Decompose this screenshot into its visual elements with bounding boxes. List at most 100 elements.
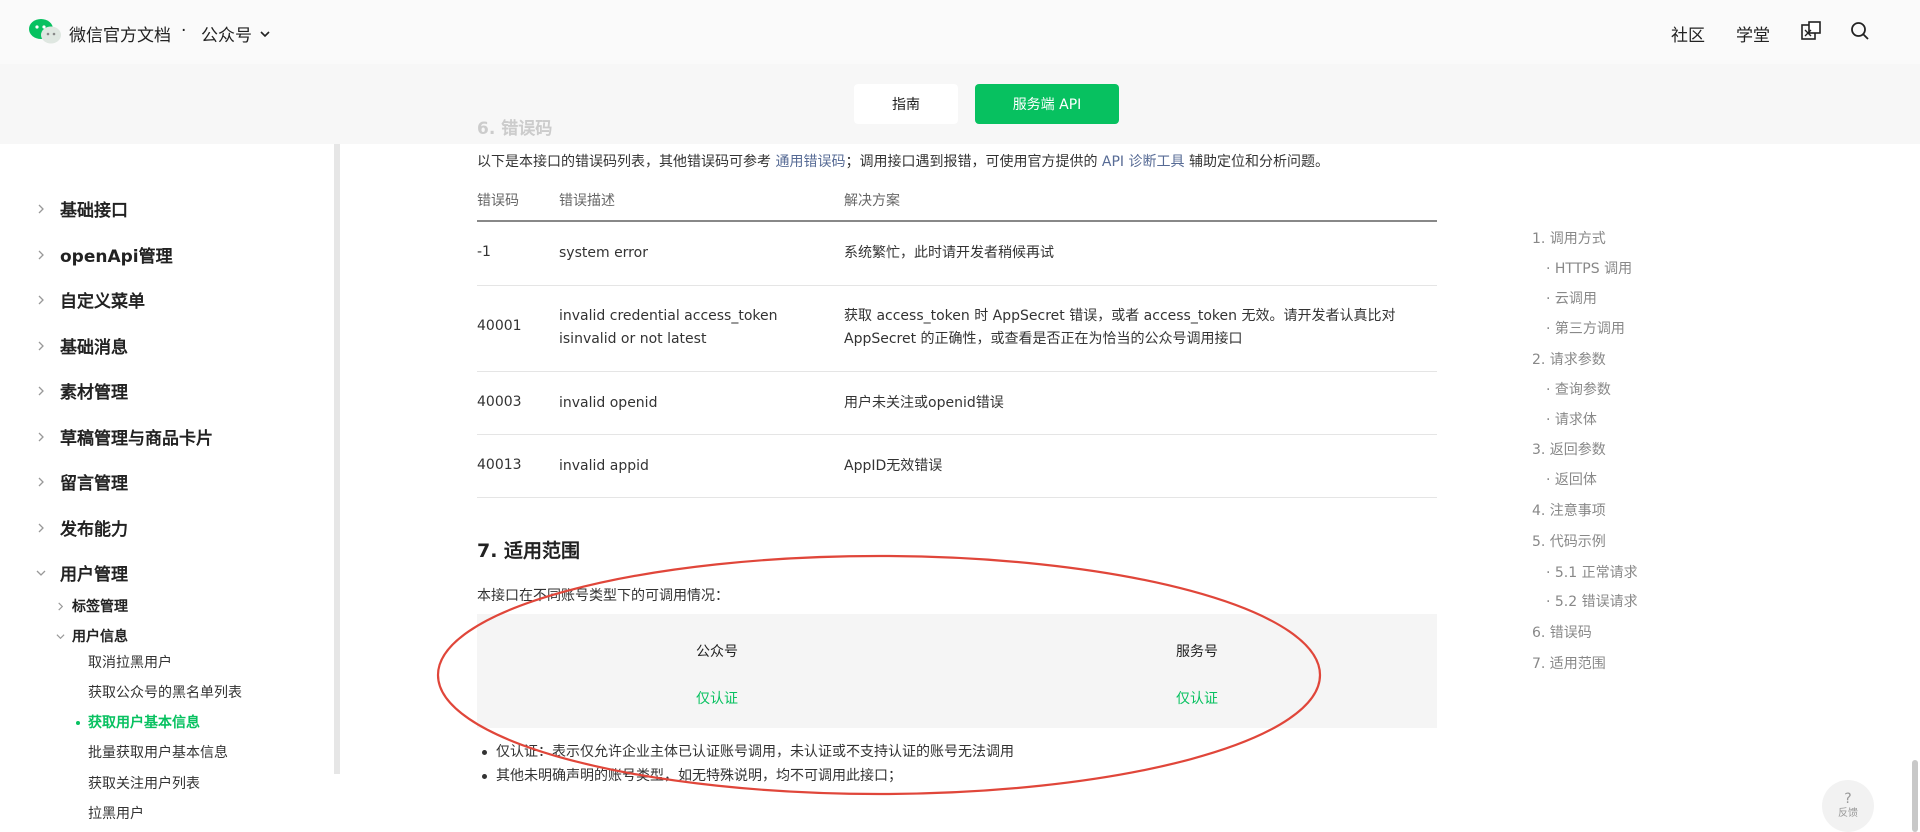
sidebar-leaf-get-user-info[interactable]: 获取用户基本信息 (88, 712, 200, 732)
intro-text: ；调用接口遇到报错，可使用官方提供的 (845, 154, 1102, 170)
error-desc-cell: system error (559, 245, 648, 261)
sidebar-item-label: 自定义菜单 (60, 292, 145, 312)
error-code-table: 错误码 错误描述 解决方案 -1 system error 系统繁忙，此时请开发… (477, 184, 1437, 498)
sidebar-item-material[interactable]: 素材管理 (36, 378, 128, 403)
toc-item[interactable]: · 第三方调用 (1546, 318, 1625, 338)
scope-value-official-account: 仅认证 (696, 691, 738, 707)
scope-notes: 仅认证：表示仅允许企业主体已认证账号调用，未认证或不支持认证的账号无法调用 其他… (480, 740, 1014, 788)
toc-item[interactable]: · 云调用 (1546, 288, 1597, 308)
toc-item[interactable]: 2. 请求参数 (1532, 349, 1606, 369)
chevron-down-icon (56, 633, 65, 639)
toc-item[interactable]: · 查询参数 (1546, 379, 1611, 399)
column-header: 错误码 (477, 193, 519, 209)
column-header: 解决方案 (844, 193, 900, 209)
list-item: 仅认证：表示仅允许企业主体已认证账号调用，未认证或不支持认证的账号无法调用 (480, 740, 1014, 764)
error-code-cell: 40001 (477, 318, 522, 334)
sidebar-sub-tag-management[interactable]: 标签管理 (56, 596, 128, 616)
sidebar-item-label: 基础接口 (60, 201, 128, 221)
tab-guide[interactable]: 指南 (854, 84, 958, 124)
wechat-logo-icon[interactable] (28, 18, 62, 46)
sidebar-leaf-block-user[interactable]: 拉黑用户 (88, 803, 144, 823)
toc-item[interactable]: · HTTPS 调用 (1546, 258, 1632, 278)
sidebar-item-draft[interactable]: 草稿管理与商品卡片 (36, 424, 213, 449)
table-row: -1 system error 系统繁忙，此时请开发者稍候再试 (477, 222, 1437, 286)
api-explorer-icon[interactable] (1800, 20, 1822, 42)
table-header: 错误码 错误描述 解决方案 (477, 184, 1437, 222)
error-code-cell: -1 (477, 244, 491, 260)
toc-item[interactable]: · 请求体 (1546, 409, 1597, 429)
scope-table: 公众号 服务号 仅认证 仅认证 (477, 614, 1437, 728)
toc-item[interactable]: 1. 调用方式 (1532, 228, 1606, 248)
feedback-button[interactable]: ? 反馈 (1822, 780, 1874, 832)
error-code-cell: 40003 (477, 394, 522, 410)
sidebar-item-publish[interactable]: 发布能力 (36, 515, 128, 540)
sidebar-leaf-blacklist[interactable]: 获取公众号的黑名单列表 (88, 682, 242, 702)
sidebar-sub-label: 标签管理 (72, 599, 128, 615)
toc-item[interactable]: 6. 错误码 (1532, 622, 1592, 642)
sidebar-item-label: 素材管理 (60, 383, 128, 403)
scope-header-official-account: 公众号 (696, 644, 738, 660)
toc-item[interactable]: 3. 返回参数 (1532, 439, 1606, 459)
sidebar-item-basic-api[interactable]: 基础接口 (36, 196, 128, 221)
nav-community[interactable]: 社区 (1671, 21, 1705, 46)
product-switcher[interactable]: 公众号 (201, 21, 272, 46)
sidebar-leaf-unblock-user[interactable]: 取消拉黑用户 (88, 652, 172, 672)
toc-item[interactable]: · 返回体 (1546, 469, 1597, 489)
sidebar-item-custom-menu[interactable]: 自定义菜单 (36, 287, 145, 312)
error-solution-cell: 用户未关注或openid错误 (844, 395, 1004, 411)
chevron-down-icon (36, 570, 46, 576)
nav-academy[interactable]: 学堂 (1736, 21, 1770, 46)
chevron-right-icon (38, 477, 44, 486)
sidebar-leaf-batch-user-info[interactable]: 批量获取用户基本信息 (88, 742, 228, 762)
intro-text: 以下是本接口的错误码列表，其他错误码可参考 (477, 154, 776, 170)
error-desc-cell: invalid appid (559, 458, 649, 474)
toc-item[interactable]: · 5.1 正常请求 (1546, 562, 1638, 582)
api-diagnostic-tool-link[interactable]: API 诊断工具 (1102, 154, 1185, 170)
section-heading-error-codes: 6. 错误码 (477, 119, 553, 139)
section-heading-scope: 7. 适用范围 (477, 540, 581, 562)
scope-header-service-account: 服务号 (1176, 644, 1218, 660)
error-code-cell: 40013 (477, 457, 522, 473)
scope-value-service-account: 仅认证 (1176, 691, 1218, 707)
table-row: 40003 invalid openid 用户未关注或openid错误 (477, 372, 1437, 435)
active-bullet-icon (76, 721, 80, 725)
table-row: 40013 invalid appid AppID无效错误 (477, 435, 1437, 498)
title-separator: · (181, 21, 187, 41)
site-title[interactable]: 微信官方文档 (69, 21, 171, 46)
sidebar-leaf-follower-list[interactable]: 获取关注用户列表 (88, 773, 200, 793)
list-item: 其他未明确声明的账号类型，如无特殊说明，均不可调用此接口； (480, 764, 1014, 788)
tab-server-api[interactable]: 服务端 API (975, 84, 1119, 124)
page-scrollbar[interactable] (1912, 760, 1918, 832)
toc-item[interactable]: · 5.2 错误请求 (1546, 591, 1638, 611)
toc-item[interactable]: 4. 注意事项 (1532, 500, 1606, 520)
intro-text: 辅助定位和分析问题。 (1184, 154, 1329, 170)
top-header: 微信官方文档 · 公众号 社区 学堂 (0, 0, 1920, 64)
chevron-right-icon (38, 341, 44, 350)
sidebar-sub-user-info[interactable]: 用户信息 (56, 626, 128, 646)
scope-intro: 本接口在不同账号类型下的可调用情况： (477, 588, 729, 604)
toc-item[interactable]: 7. 适用范围 (1532, 653, 1606, 673)
error-solution-cell: 获取 access_token 时 AppSecret 错误，或者 access… (844, 308, 1396, 347)
sidebar-item-basic-message[interactable]: 基础消息 (36, 333, 128, 358)
chevron-right-icon (38, 295, 44, 304)
feedback-label: 反馈 (1838, 808, 1858, 819)
error-desc-cell: invalid credential access_token isinvali… (559, 308, 778, 347)
table-row: 40001 invalid credential access_token is… (477, 286, 1437, 372)
toc-item[interactable]: 5. 代码示例 (1532, 531, 1606, 551)
sidebar-item-openapi[interactable]: openApi管理 (36, 242, 173, 267)
sidebar-scrollbar[interactable] (334, 144, 340, 774)
sidebar-item-label: 用户管理 (60, 565, 128, 585)
doc-tabs-bar (0, 64, 1920, 144)
sidebar-item-label: openApi管理 (60, 247, 173, 267)
sidebar-item-label: 发布能力 (60, 520, 128, 540)
sidebar-item-comment[interactable]: 留言管理 (36, 469, 128, 494)
error-solution-cell: 系统繁忙，此时请开发者稍候再试 (844, 245, 1054, 261)
common-error-codes-link[interactable]: 通用错误码 (775, 154, 845, 170)
sidebar-item-label: 留言管理 (60, 474, 128, 494)
chevron-right-icon (38, 250, 44, 259)
product-label: 公众号 (201, 26, 252, 46)
sidebar-item-user-management[interactable]: 用户管理 (36, 560, 128, 585)
chevron-right-icon (38, 386, 44, 395)
search-icon[interactable] (1849, 20, 1871, 42)
column-header: 错误描述 (559, 193, 615, 209)
